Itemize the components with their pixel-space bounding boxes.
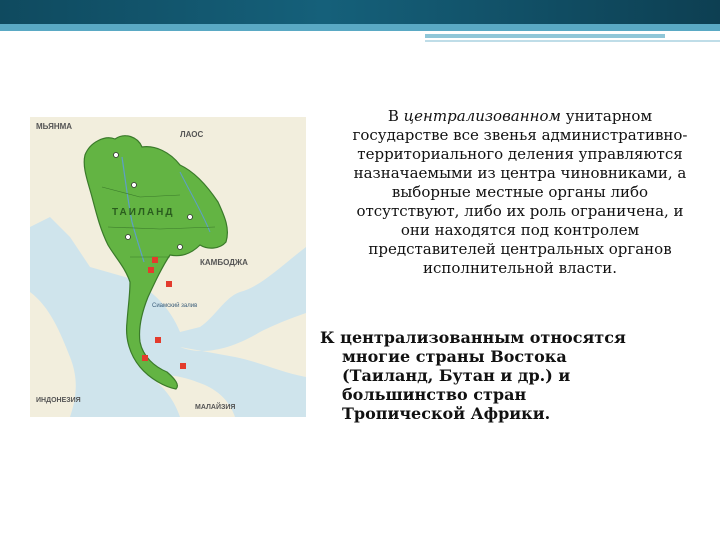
city-marker [152, 257, 158, 263]
city-marker [148, 267, 154, 273]
accent-line-secondary [425, 40, 720, 42]
city-dot [131, 182, 137, 188]
examples-paragraph: К централизованным относятся многие стра… [320, 328, 700, 423]
accent-line [425, 34, 665, 38]
examples-line: (Таиланд, Бутан и др.) и [342, 366, 571, 385]
label-thailand: ТАИЛАНД [112, 207, 174, 218]
label-malaysia: МАЛАЙЗИЯ [195, 402, 235, 411]
examples-line: большинство стран [342, 385, 527, 404]
label-indonesia: ИНДОНЕЗИЯ [36, 397, 81, 404]
city-marker [155, 337, 161, 343]
map-canvas: МЬЯНМА ЛАОС ТАИЛАНД КАМБОДЖА Сиамский за… [30, 117, 306, 417]
city-dot [187, 214, 193, 220]
label-cambodia: КАМБОДЖА [200, 258, 248, 267]
paragraph-emphasis: централизованном [403, 107, 561, 125]
city-marker [180, 363, 186, 369]
paragraph-body: унитарном государстве все звенья админис… [352, 107, 688, 277]
thailand-map: МЬЯНМА ЛАОС ТАИЛАНД КАМБОДЖА Сиамский за… [30, 117, 306, 417]
examples-line: К централизованным относятся [320, 328, 626, 347]
definition-paragraph: В централизованном унитарном государстве… [340, 107, 700, 278]
header-band [0, 0, 720, 24]
label-gulf: Сиамский залив [152, 302, 197, 309]
examples-line: многие страны Востока [342, 347, 567, 366]
main-text-block: В централизованном унитарном государстве… [330, 107, 720, 278]
examples-line: Тропической Африки. [342, 404, 551, 423]
city-dot [177, 244, 183, 250]
label-laos: ЛАОС [180, 130, 204, 139]
city-marker [166, 281, 172, 287]
city-marker [142, 355, 148, 361]
header-stripe [0, 24, 720, 31]
paragraph-prefix: В [387, 107, 399, 125]
city-dot [113, 152, 119, 158]
label-myanma: МЬЯНМА [36, 122, 72, 131]
city-dot [125, 234, 131, 240]
